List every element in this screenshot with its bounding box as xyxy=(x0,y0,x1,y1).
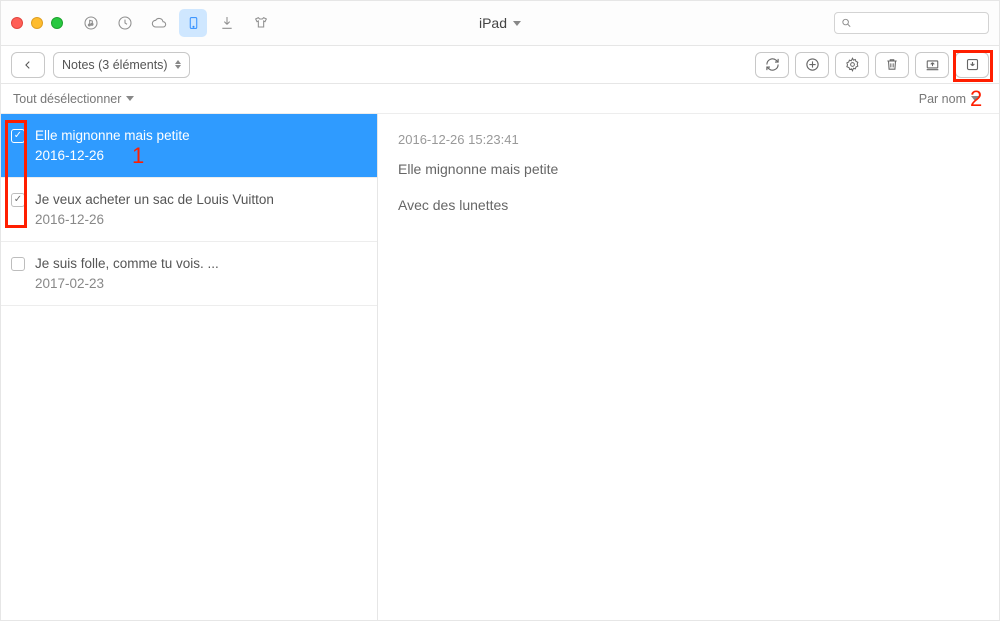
note-text: Je suis folle, comme tu vois. ... 2017-0… xyxy=(35,254,219,293)
minimize-window[interactable] xyxy=(31,17,43,29)
back-button[interactable] xyxy=(11,52,45,78)
zoom-window[interactable] xyxy=(51,17,63,29)
note-date: 2016-12-26 xyxy=(35,210,274,230)
note-text: Elle mignonne mais petite 2016-12-26 xyxy=(35,126,190,165)
search-input[interactable] xyxy=(852,16,982,30)
refresh-button[interactable] xyxy=(755,52,789,78)
breadcrumb-dropdown[interactable]: Notes (3 éléments) xyxy=(53,52,190,78)
device-icon[interactable] xyxy=(179,9,207,37)
chevron-down-icon xyxy=(971,96,979,101)
window-controls xyxy=(11,17,63,29)
note-checkbox[interactable] xyxy=(11,193,25,207)
note-checkbox[interactable] xyxy=(11,257,25,271)
note-item[interactable]: Elle mignonne mais petite 2016-12-26 xyxy=(1,114,377,178)
search-box[interactable] xyxy=(834,12,989,34)
music-icon[interactable] xyxy=(77,9,105,37)
delete-button[interactable] xyxy=(875,52,909,78)
titlebar-icon-row xyxy=(77,9,275,37)
toolbar: Notes (3 éléments) xyxy=(1,46,999,84)
device-title: iPad xyxy=(479,15,507,31)
main-split: Elle mignonne mais petite 2016-12-26 Je … xyxy=(1,114,999,620)
sort-dropdown[interactable]: Par nom xyxy=(919,92,987,106)
search-icon xyxy=(841,17,852,29)
device-dropdown[interactable]: iPad xyxy=(479,15,521,31)
settings-button[interactable] xyxy=(835,52,869,78)
breadcrumb-label: Notes (3 éléments) xyxy=(62,58,168,72)
note-body-line: Elle mignonne mais petite xyxy=(398,161,979,177)
note-title: Je suis folle, comme tu vois. ... xyxy=(35,254,219,274)
close-window[interactable] xyxy=(11,17,23,29)
download-icon[interactable] xyxy=(213,9,241,37)
titlebar: iPad xyxy=(1,1,999,46)
note-date: 2017-02-23 xyxy=(35,274,219,294)
cloud-icon[interactable] xyxy=(145,9,173,37)
note-body-line: Avec des lunettes xyxy=(398,197,979,213)
note-detail: 2016-12-26 15:23:41 Elle mignonne mais p… xyxy=(378,114,999,620)
clock-icon[interactable] xyxy=(111,9,139,37)
filter-bar: Tout désélectionner Par nom xyxy=(1,84,999,114)
note-title: Je veux acheter un sac de Louis Vuitton xyxy=(35,190,274,210)
deselect-all-label: Tout désélectionner xyxy=(13,92,121,106)
to-device-button[interactable] xyxy=(955,52,989,78)
chevron-down-icon xyxy=(513,21,521,26)
note-timestamp: 2016-12-26 15:23:41 xyxy=(398,132,979,147)
sort-label: Par nom xyxy=(919,92,966,106)
note-item[interactable]: Je suis folle, comme tu vois. ... 2017-0… xyxy=(1,242,377,306)
shirt-icon[interactable] xyxy=(247,9,275,37)
note-list: Elle mignonne mais petite 2016-12-26 Je … xyxy=(1,114,378,620)
note-checkbox[interactable] xyxy=(11,129,25,143)
note-text: Je veux acheter un sac de Louis Vuitton … xyxy=(35,190,274,229)
add-button[interactable] xyxy=(795,52,829,78)
chevron-down-icon xyxy=(126,96,134,101)
note-date: 2016-12-26 xyxy=(35,146,190,166)
note-title: Elle mignonne mais petite xyxy=(35,126,190,146)
toolbar-actions xyxy=(755,52,989,78)
sort-updown-icon xyxy=(175,60,181,69)
to-mac-button[interactable] xyxy=(915,52,949,78)
note-item[interactable]: Je veux acheter un sac de Louis Vuitton … xyxy=(1,178,377,242)
deselect-all[interactable]: Tout désélectionner xyxy=(13,92,134,106)
